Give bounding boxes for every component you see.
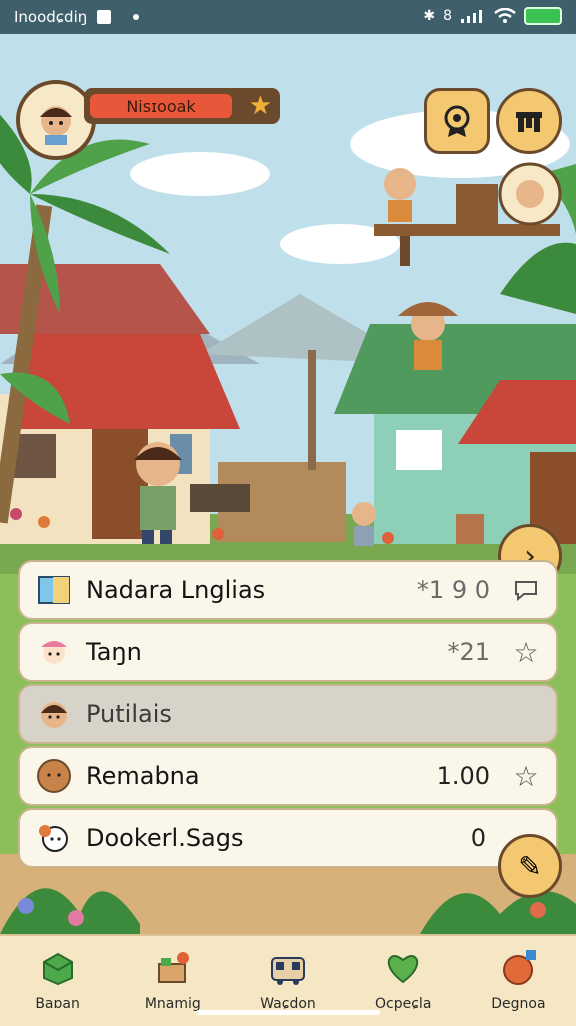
- box-icon: [38, 948, 78, 988]
- status-app-name: Inoodɕdiŋ: [14, 8, 88, 26]
- coin-icon: [34, 756, 74, 796]
- list-item-value: 0: [470, 824, 486, 852]
- battery-icon: [524, 7, 562, 25]
- book-icon: [34, 570, 74, 610]
- signal-icon: [461, 10, 482, 23]
- list-item[interactable]: Dookerl.Sags 0: [18, 808, 558, 868]
- orb-icon: [498, 948, 538, 988]
- list-item-value: *21: [447, 638, 490, 666]
- shop-button[interactable]: [496, 88, 562, 154]
- avatar-face-icon: [40, 106, 72, 145]
- list-item-label: Taŋn: [86, 638, 142, 666]
- list-item-value: 1.00: [436, 762, 490, 790]
- nav-item-4[interactable]: Degnoa: [461, 936, 576, 1026]
- compass-icon: ✎: [518, 849, 542, 883]
- wifi-icon: [494, 8, 516, 23]
- nav-label: Ocpeɕla: [375, 996, 432, 1012]
- app-icon: [97, 10, 112, 24]
- list-item-label: Nadara Lnglias: [86, 576, 266, 604]
- list-item-value: *1 9 0: [416, 576, 490, 604]
- nav-item-0[interactable]: Baɒan: [0, 936, 115, 1026]
- nav-label: Degnoa: [491, 996, 546, 1012]
- list-item-label: Remabna: [86, 762, 200, 790]
- bus-icon: [268, 948, 308, 988]
- status-bar: Inoodɕdiŋ ✱ 8: [0, 0, 576, 34]
- map-fab-button[interactable]: ✎: [498, 834, 562, 898]
- home-indicator[interactable]: [196, 1010, 380, 1015]
- item-list: Nadara Lnglias *1 9 0 Taŋn *21 ☆ Putilai…: [18, 560, 558, 870]
- nav-label: Baɒan: [35, 996, 80, 1012]
- status-icons: ✱ 8: [423, 7, 562, 25]
- player-name-banner: Nisɪooak ★: [84, 88, 280, 124]
- chat-icon[interactable]: [508, 572, 544, 608]
- star-icon[interactable]: ☆: [508, 758, 544, 794]
- achievements-button[interactable]: [424, 88, 490, 154]
- shop-icon: [516, 112, 542, 132]
- list-item[interactable]: Remabna 1.00 ☆: [18, 746, 558, 806]
- star-icon[interactable]: ☆: [508, 634, 544, 670]
- list-item-label: Putilais: [86, 700, 172, 728]
- player-name: Nisɪooak: [90, 94, 232, 118]
- bluetooth-icon: ✱: [423, 8, 436, 24]
- nav-label: Mnamig: [144, 996, 201, 1012]
- list-item[interactable]: Nadara Lnglias *1 9 0: [18, 560, 558, 620]
- notification-dot-icon: [133, 14, 140, 20]
- medal-icon: [444, 105, 470, 137]
- character-icon: [34, 632, 74, 672]
- character-icon: [34, 694, 74, 734]
- star-icon: ★: [248, 91, 272, 121]
- list-item-label: Dookerl.Sags: [86, 824, 244, 852]
- character-icon: [34, 818, 74, 858]
- status-time: 8: [443, 8, 452, 24]
- basket-icon: [153, 948, 193, 988]
- heart-icon: [383, 948, 423, 988]
- list-item[interactable]: Taŋn *21 ☆: [18, 622, 558, 682]
- list-item[interactable]: Putilais: [18, 684, 558, 744]
